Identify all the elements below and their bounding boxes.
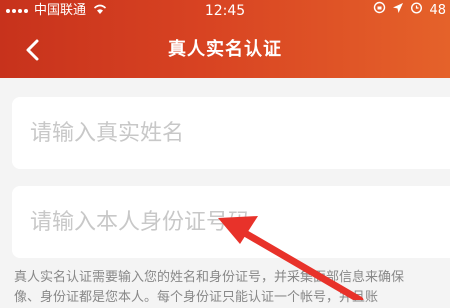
verification-notice: 真人实名认证需要输入您的姓名和身份证号，并采集面部信息来确保 像、身份证都是您本… <box>14 268 450 308</box>
name-field[interactable] <box>12 97 450 169</box>
status-right: 48 <box>373 0 446 22</box>
location-icon <box>392 0 404 22</box>
alarm-icon <box>410 0 423 22</box>
notice-line-2: 像、身份证都是您本人。每个身份证只能认证一个帐号，并且账 <box>14 290 379 305</box>
battery-level: 48 <box>429 3 446 18</box>
app-header: 中国联通 12:45 48 真人实名认证 <box>0 0 450 78</box>
nav-bar: 真人实名认证 <box>0 28 450 72</box>
page-title: 真人实名认证 <box>168 39 282 60</box>
status-bar: 中国联通 12:45 48 <box>0 0 450 22</box>
id-number-field[interactable] <box>12 186 450 258</box>
name-input[interactable] <box>12 97 450 169</box>
id-number-input[interactable] <box>12 186 450 258</box>
notice-line-1: 真人实名认证需要输入您的姓名和身份证号，并采集面部信息来确保 <box>14 270 405 285</box>
rotation-lock-icon <box>373 0 386 22</box>
